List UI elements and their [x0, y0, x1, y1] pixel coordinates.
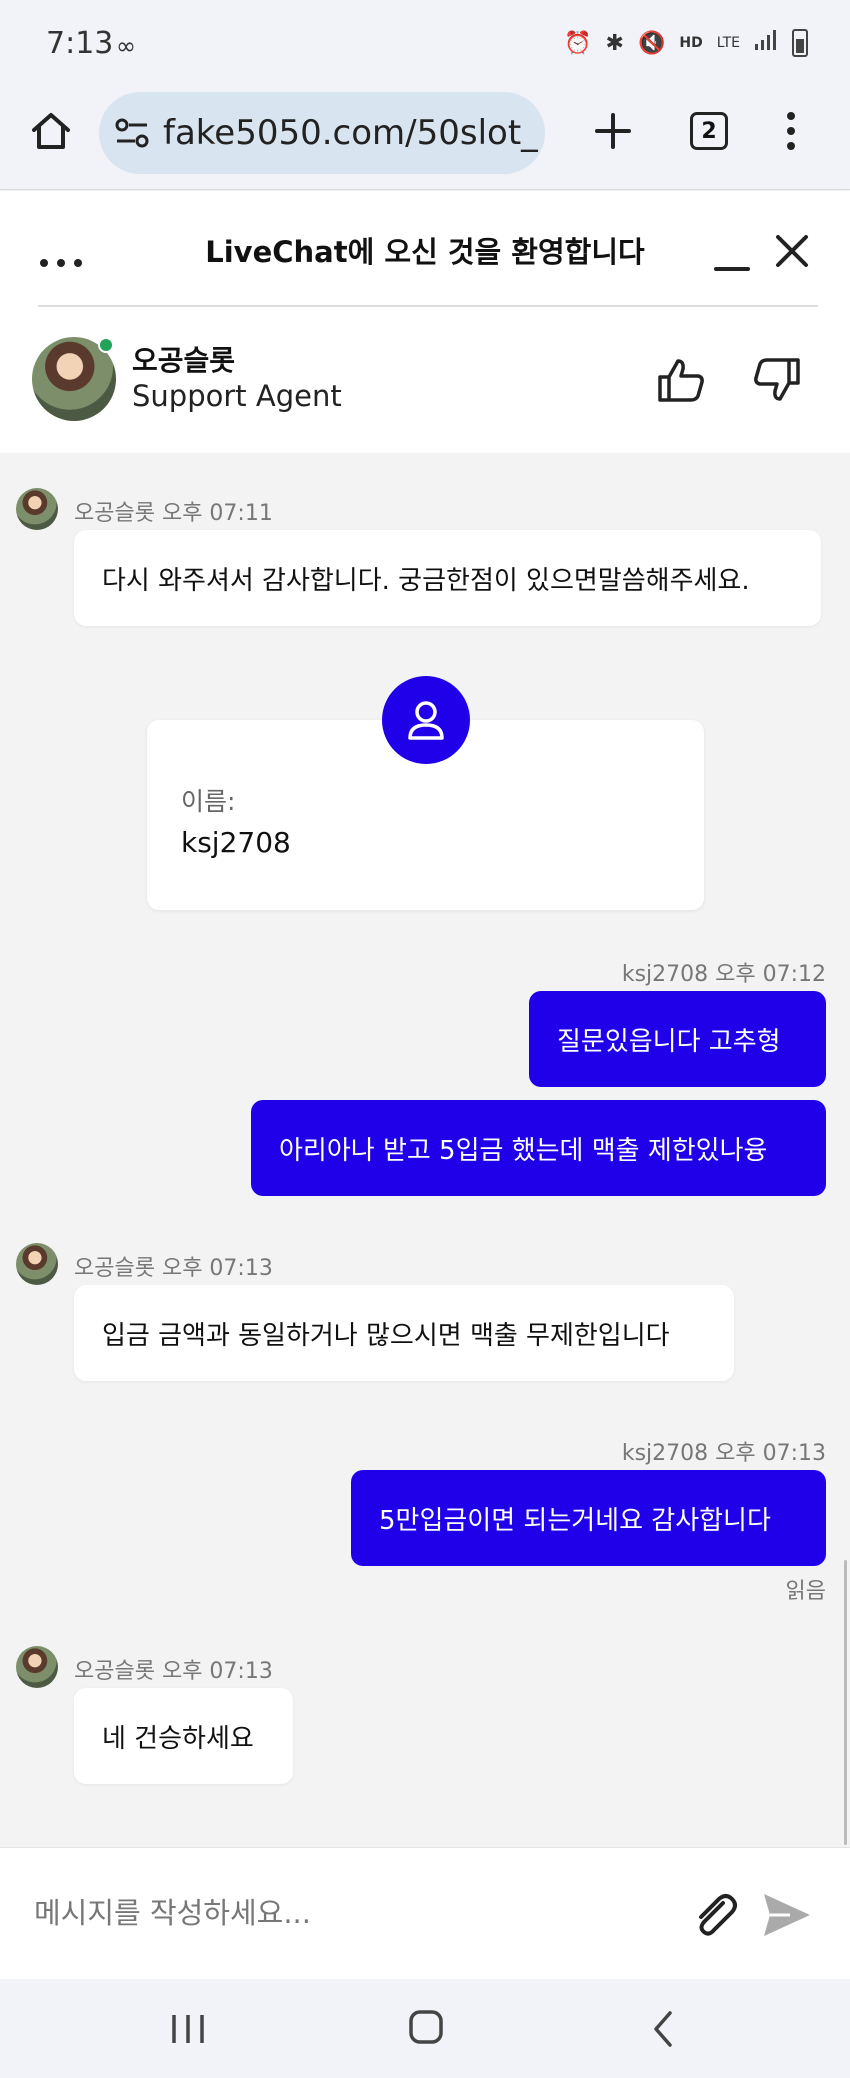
back-icon[interactable]	[648, 2009, 678, 2049]
message-meta: 오공슬롯 오후 07:13	[74, 1659, 273, 1684]
message-bubble-agent: 다시 와주셔서 감사합니다. 궁금한점이 있으면말씀해주세요.	[74, 530, 821, 626]
header-divider	[38, 305, 818, 307]
new-tab-icon[interactable]	[588, 106, 638, 156]
message-bubble-user: 아리아나 받고 5입금 했는데 맥출 제한있나융	[251, 1100, 826, 1196]
scrollbar[interactable]	[844, 1560, 847, 1845]
send-icon[interactable]	[760, 1890, 812, 1940]
home-nav-icon[interactable]	[408, 2009, 444, 2045]
mute-icon: 🔇	[637, 30, 666, 56]
system-navigation-bar	[0, 1979, 850, 2078]
infinity-icon: ∞	[116, 32, 136, 60]
read-status: 읽음	[785, 1579, 826, 1604]
site-settings-icon[interactable]	[113, 114, 151, 152]
agent-avatar-small	[16, 1243, 58, 1285]
message-bubble-agent: 입금 금액과 동일하거나 많으시면 맥출 무제한입니다	[74, 1285, 734, 1381]
message-meta: 오공슬롯 오후 07:13	[74, 1256, 273, 1281]
online-indicator	[98, 337, 114, 353]
status-icons: ⏰ ✱ 🔇 HD LTE	[564, 28, 808, 58]
chat-header: LiveChat에 오신 것을 환영합니다 오공슬롯 Support Agent	[0, 191, 850, 453]
hd-voice-icon: HD	[679, 35, 703, 51]
home-icon[interactable]	[26, 106, 76, 156]
close-icon[interactable]	[772, 231, 812, 271]
battery-icon	[792, 29, 808, 57]
status-bar: 7:13 ∞ ⏰ ✱ 🔇 HD LTE	[0, 0, 850, 88]
lte-icon: LTE	[716, 35, 740, 51]
status-time: 7:13	[46, 26, 114, 61]
agent-avatar-small	[16, 1646, 58, 1688]
agent-name: 오공슬롯	[132, 344, 236, 377]
message-bubble-agent: 네 건승하세요	[74, 1688, 293, 1784]
user-icon	[382, 676, 470, 764]
attach-icon[interactable]	[690, 1890, 740, 1940]
agent-role: Support Agent	[132, 379, 342, 413]
message-input[interactable]	[34, 1888, 654, 1938]
more-menu-icon[interactable]	[776, 106, 806, 156]
message-bubble-user: 질문있읍니다 고추형	[529, 991, 826, 1087]
minimize-icon[interactable]	[712, 235, 752, 275]
thumbs-up-icon[interactable]	[656, 355, 706, 405]
bluetooth-icon: ✱	[605, 30, 624, 56]
browser-toolbar: fake5050.com/50slot_ 2	[0, 88, 850, 190]
card-value: ksj2708	[181, 826, 291, 859]
thumbs-down-icon[interactable]	[752, 355, 802, 405]
message-list[interactable]: 오공슬롯 오후 07:11 다시 와주셔서 감사합니다. 궁금한점이 있으면말씀…	[0, 453, 850, 1847]
alarm-icon: ⏰	[564, 30, 592, 56]
message-meta: ksj2708 오후 07:13	[621, 1441, 826, 1466]
agent-avatar-small	[16, 488, 58, 530]
signal-icon	[754, 28, 778, 58]
composer	[0, 1847, 850, 1979]
message-meta: 오공슬롯 오후 07:11	[74, 501, 273, 526]
message-meta: ksj2708 오후 07:12	[621, 962, 826, 987]
card-label: 이름:	[181, 787, 236, 816]
tab-switcher-button[interactable]: 2	[690, 112, 728, 150]
message-bubble-user: 5만입금이면 되는거네요 감사합니다	[351, 1470, 826, 1566]
recents-icon[interactable]	[168, 2011, 208, 2047]
address-bar[interactable]: fake5050.com/50slot_	[99, 92, 545, 174]
url-text: fake5050.com/50slot_	[163, 113, 539, 153]
